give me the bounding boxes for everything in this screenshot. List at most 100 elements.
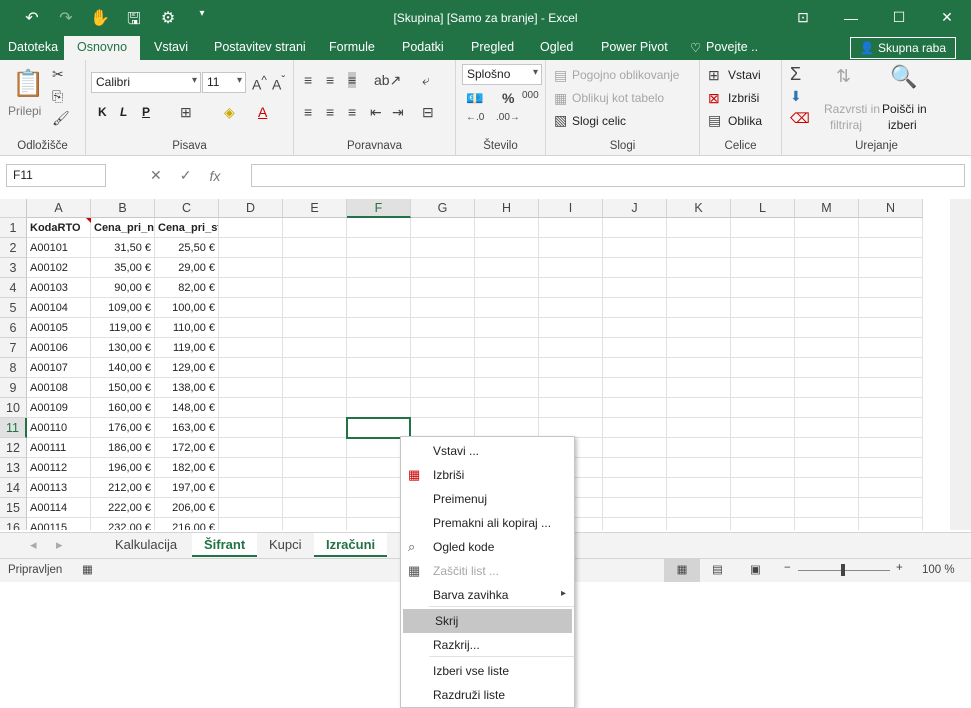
sheet-tab-izracuni[interactable]: Izračuni [314, 533, 388, 557]
tab-page-layout[interactable]: Postavitev strani [214, 40, 306, 54]
table-cell[interactable] [603, 298, 667, 318]
table-cell[interactable]: 29,00 € [155, 258, 219, 278]
table-cell[interactable] [283, 418, 347, 438]
table-cell[interactable] [859, 298, 923, 318]
formula-input[interactable] [251, 164, 965, 187]
table-cell[interactable] [283, 238, 347, 258]
header-cell[interactable] [859, 218, 923, 238]
table-cell[interactable] [539, 358, 603, 378]
find-select-label-1[interactable]: Poišči in [882, 102, 927, 116]
table-cell[interactable] [795, 278, 859, 298]
table-cell[interactable] [411, 398, 475, 418]
context-menu-item[interactable]: Razkrij... [401, 633, 574, 657]
select-all-corner[interactable] [0, 199, 27, 218]
table-cell[interactable]: 163,00 € [155, 418, 219, 438]
table-cell[interactable] [603, 438, 667, 458]
context-menu-item[interactable]: Razdruži liste [401, 683, 574, 707]
row-header[interactable]: 6 [0, 318, 27, 338]
comma-style-icon[interactable]: 000 [522, 90, 539, 101]
table-cell[interactable]: A00102 [27, 258, 91, 278]
table-cell[interactable] [795, 398, 859, 418]
table-cell[interactable] [539, 238, 603, 258]
table-cell[interactable] [667, 258, 731, 278]
enter-icon[interactable]: ✓ [180, 167, 192, 184]
cell-styles-button[interactable]: Slogi celic [572, 114, 626, 128]
ribbon-display-icon[interactable]: ⊡ [779, 0, 827, 35]
table-cell[interactable]: A00111 [27, 438, 91, 458]
table-cell[interactable]: 119,00 € [91, 318, 155, 338]
delete-cells-icon[interactable]: ⊠ [708, 90, 720, 107]
table-cell[interactable] [411, 238, 475, 258]
header-cell[interactable] [539, 218, 603, 238]
header-cell[interactable] [603, 218, 667, 238]
table-cell[interactable] [859, 478, 923, 498]
table-cell[interactable]: 150,00 € [91, 378, 155, 398]
table-cell[interactable] [731, 358, 795, 378]
table-cell[interactable] [667, 418, 731, 438]
table-cell[interactable] [795, 258, 859, 278]
table-cell[interactable] [603, 458, 667, 478]
column-header[interactable]: D [219, 199, 283, 218]
fill-color-icon[interactable]: ◈ [224, 104, 235, 121]
table-cell[interactable] [731, 278, 795, 298]
header-cell[interactable] [667, 218, 731, 238]
table-cell[interactable] [795, 518, 859, 530]
align-bottom-icon[interactable]: ≡ [348, 72, 357, 88]
table-cell[interactable] [219, 518, 283, 530]
table-cell[interactable]: 82,00 € [155, 278, 219, 298]
table-cell[interactable] [603, 318, 667, 338]
header-cell[interactable]: KodaRTO [27, 218, 91, 238]
shrink-font-icon[interactable]: Aˇ [272, 74, 285, 93]
context-menu-item[interactable]: Premakni ali kopiraj ... [401, 511, 574, 535]
table-cell[interactable]: A00107 [27, 358, 91, 378]
table-cell[interactable] [795, 498, 859, 518]
table-cell[interactable] [475, 398, 539, 418]
sort-filter-icon[interactable]: ⇅ [836, 66, 851, 87]
column-header[interactable]: M [795, 199, 859, 218]
borders-icon[interactable]: ⊞ [180, 104, 192, 121]
table-cell[interactable] [539, 278, 603, 298]
table-cell[interactable] [283, 438, 347, 458]
tab-insert[interactable]: Vstavi [154, 40, 188, 54]
insert-cells-button[interactable]: Vstavi [728, 68, 761, 82]
table-cell[interactable] [283, 478, 347, 498]
table-cell[interactable] [475, 378, 539, 398]
table-cell[interactable]: 35,00 € [91, 258, 155, 278]
sort-filter-label-1[interactable]: Razvrsti in [824, 102, 880, 116]
header-cell[interactable] [347, 218, 411, 238]
table-cell[interactable] [731, 238, 795, 258]
sort-filter-label-2[interactable]: filtriraj [830, 118, 862, 132]
table-cell[interactable]: 119,00 € [155, 338, 219, 358]
table-cell[interactable]: 212,00 € [91, 478, 155, 498]
table-cell[interactable] [731, 438, 795, 458]
table-cell[interactable] [411, 278, 475, 298]
header-cell[interactable]: Cena_pri_na [91, 218, 155, 238]
header-cell[interactable] [283, 218, 347, 238]
table-cell[interactable] [795, 318, 859, 338]
zoom-out-icon[interactable]: − [784, 562, 791, 574]
table-cell[interactable] [603, 258, 667, 278]
column-header[interactable]: F [347, 199, 411, 218]
table-cell[interactable] [667, 298, 731, 318]
table-cell[interactable] [859, 238, 923, 258]
column-header[interactable]: E [283, 199, 347, 218]
percent-style-icon[interactable]: % [502, 90, 514, 106]
cancel-icon[interactable]: ✕ [150, 167, 162, 184]
table-cell[interactable]: 160,00 € [91, 398, 155, 418]
table-cell[interactable] [859, 438, 923, 458]
minimize-button[interactable]: — [827, 0, 875, 35]
grow-font-icon[interactable]: A^ [252, 74, 267, 93]
row-header[interactable]: 4 [0, 278, 27, 298]
row-header[interactable]: 3 [0, 258, 27, 278]
table-cell[interactable] [603, 338, 667, 358]
table-cell[interactable] [603, 498, 667, 518]
table-cell[interactable] [795, 358, 859, 378]
tab-file[interactable]: Datoteka [8, 40, 58, 54]
close-button[interactable]: ✕ [923, 0, 971, 35]
table-cell[interactable] [539, 398, 603, 418]
table-cell[interactable] [411, 298, 475, 318]
find-select-icon[interactable]: 🔍 [890, 64, 917, 90]
table-cell[interactable]: A00105 [27, 318, 91, 338]
table-cell[interactable] [859, 458, 923, 478]
column-header[interactable]: H [475, 199, 539, 218]
